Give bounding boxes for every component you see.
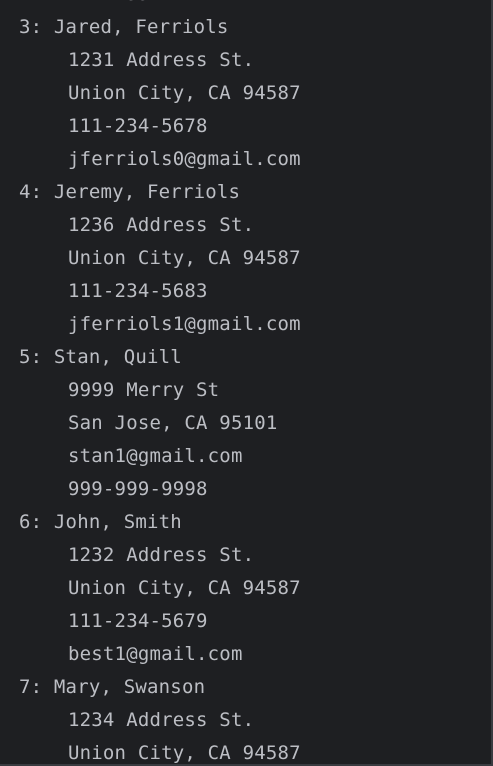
- record-city: San Jose, CA 95101: [68, 412, 278, 434]
- console-lines: 99 3: Jared, Ferriols 1231 Address St. U…: [19, 0, 301, 764]
- record-phone: 111-234-5678: [68, 115, 208, 137]
- record-city: Union City, CA 94587: [68, 247, 301, 269]
- record-header: 6: John, Smith: [19, 511, 182, 533]
- record-city: Union City, CA 94587: [68, 742, 301, 764]
- record-phone: 111-234-5679: [68, 610, 208, 632]
- record-header: 4: Jeremy, Ferriols: [19, 181, 241, 203]
- record-phone: 111-234-5683: [68, 280, 208, 302]
- record-address: 1236 Address St.: [68, 214, 255, 236]
- record-address: 1232 Address St.: [68, 544, 255, 566]
- record-phone: 999-999-9998: [68, 478, 208, 500]
- record-city: Union City, CA 94587: [68, 82, 301, 104]
- record-email: jferriols0@gmail.com: [68, 148, 301, 170]
- record-header: 3: Jared, Ferriols: [19, 16, 229, 38]
- record-header: 5: Stan, Quill: [19, 346, 182, 368]
- record-header: 7: Mary, Swanson: [19, 676, 206, 698]
- record-email: best1@gmail.com: [68, 643, 243, 665]
- record-city: Union City, CA 94587: [68, 577, 301, 599]
- console-partial-line: 99: [19, 0, 301, 11]
- record-email: jferriols1@gmail.com: [68, 313, 301, 335]
- record-email: stan1@gmail.com: [68, 445, 243, 467]
- console-output-panel[interactable]: 99 3: Jared, Ferriols 1231 Address St. U…: [0, 0, 493, 766]
- record-address: 9999 Merry St: [68, 379, 220, 401]
- record-address: 1234 Address St.: [68, 709, 255, 731]
- record-address: 1231 Address St.: [68, 49, 255, 71]
